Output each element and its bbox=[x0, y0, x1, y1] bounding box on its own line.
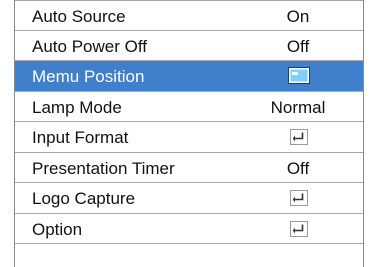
menu-item-auto-source[interactable]: Auto Source On bbox=[15, 0, 363, 31]
menu-item-label: Lamp Mode bbox=[32, 97, 122, 117]
menu-item-label: Input Format bbox=[32, 128, 129, 147]
enter-icon bbox=[290, 220, 308, 237]
menu-item-label: Logo Capture bbox=[32, 189, 136, 208]
menu-item-logo-capture[interactable]: Logo Capture bbox=[15, 183, 363, 214]
enter-icon bbox=[290, 129, 308, 145]
menu-item-value: Normal bbox=[270, 97, 326, 117]
menu-item-menu-position[interactable]: Memu Position bbox=[15, 61, 363, 92]
settings-menu: Auto Source On Auto Power Off Off Memu P… bbox=[14, 0, 364, 267]
menu-item-input-format[interactable]: Input Format bbox=[15, 122, 363, 153]
menu-item-label: Auto Power Off bbox=[32, 36, 147, 56]
menu-item-option[interactable]: Option bbox=[15, 214, 363, 244]
menu-item-label: Presentation Timer bbox=[32, 158, 175, 178]
menu-item-value: On bbox=[286, 7, 310, 26]
menu-item-label: Auto Source bbox=[32, 7, 126, 26]
menu-position-icon bbox=[288, 67, 310, 84]
menu-item-value: Off bbox=[286, 158, 310, 178]
menu-item-value: Off bbox=[286, 36, 310, 56]
menu-item-auto-power-off[interactable]: Auto Power Off Off bbox=[15, 31, 363, 61]
menu-item-lamp-mode[interactable]: Lamp Mode Normal bbox=[15, 92, 363, 122]
menu-item-label: Memu Position bbox=[32, 67, 145, 86]
menu-item-presentation-timer[interactable]: Presentation Timer Off bbox=[15, 153, 363, 183]
enter-icon bbox=[290, 190, 308, 206]
menu-item-label: Option bbox=[32, 219, 83, 239]
